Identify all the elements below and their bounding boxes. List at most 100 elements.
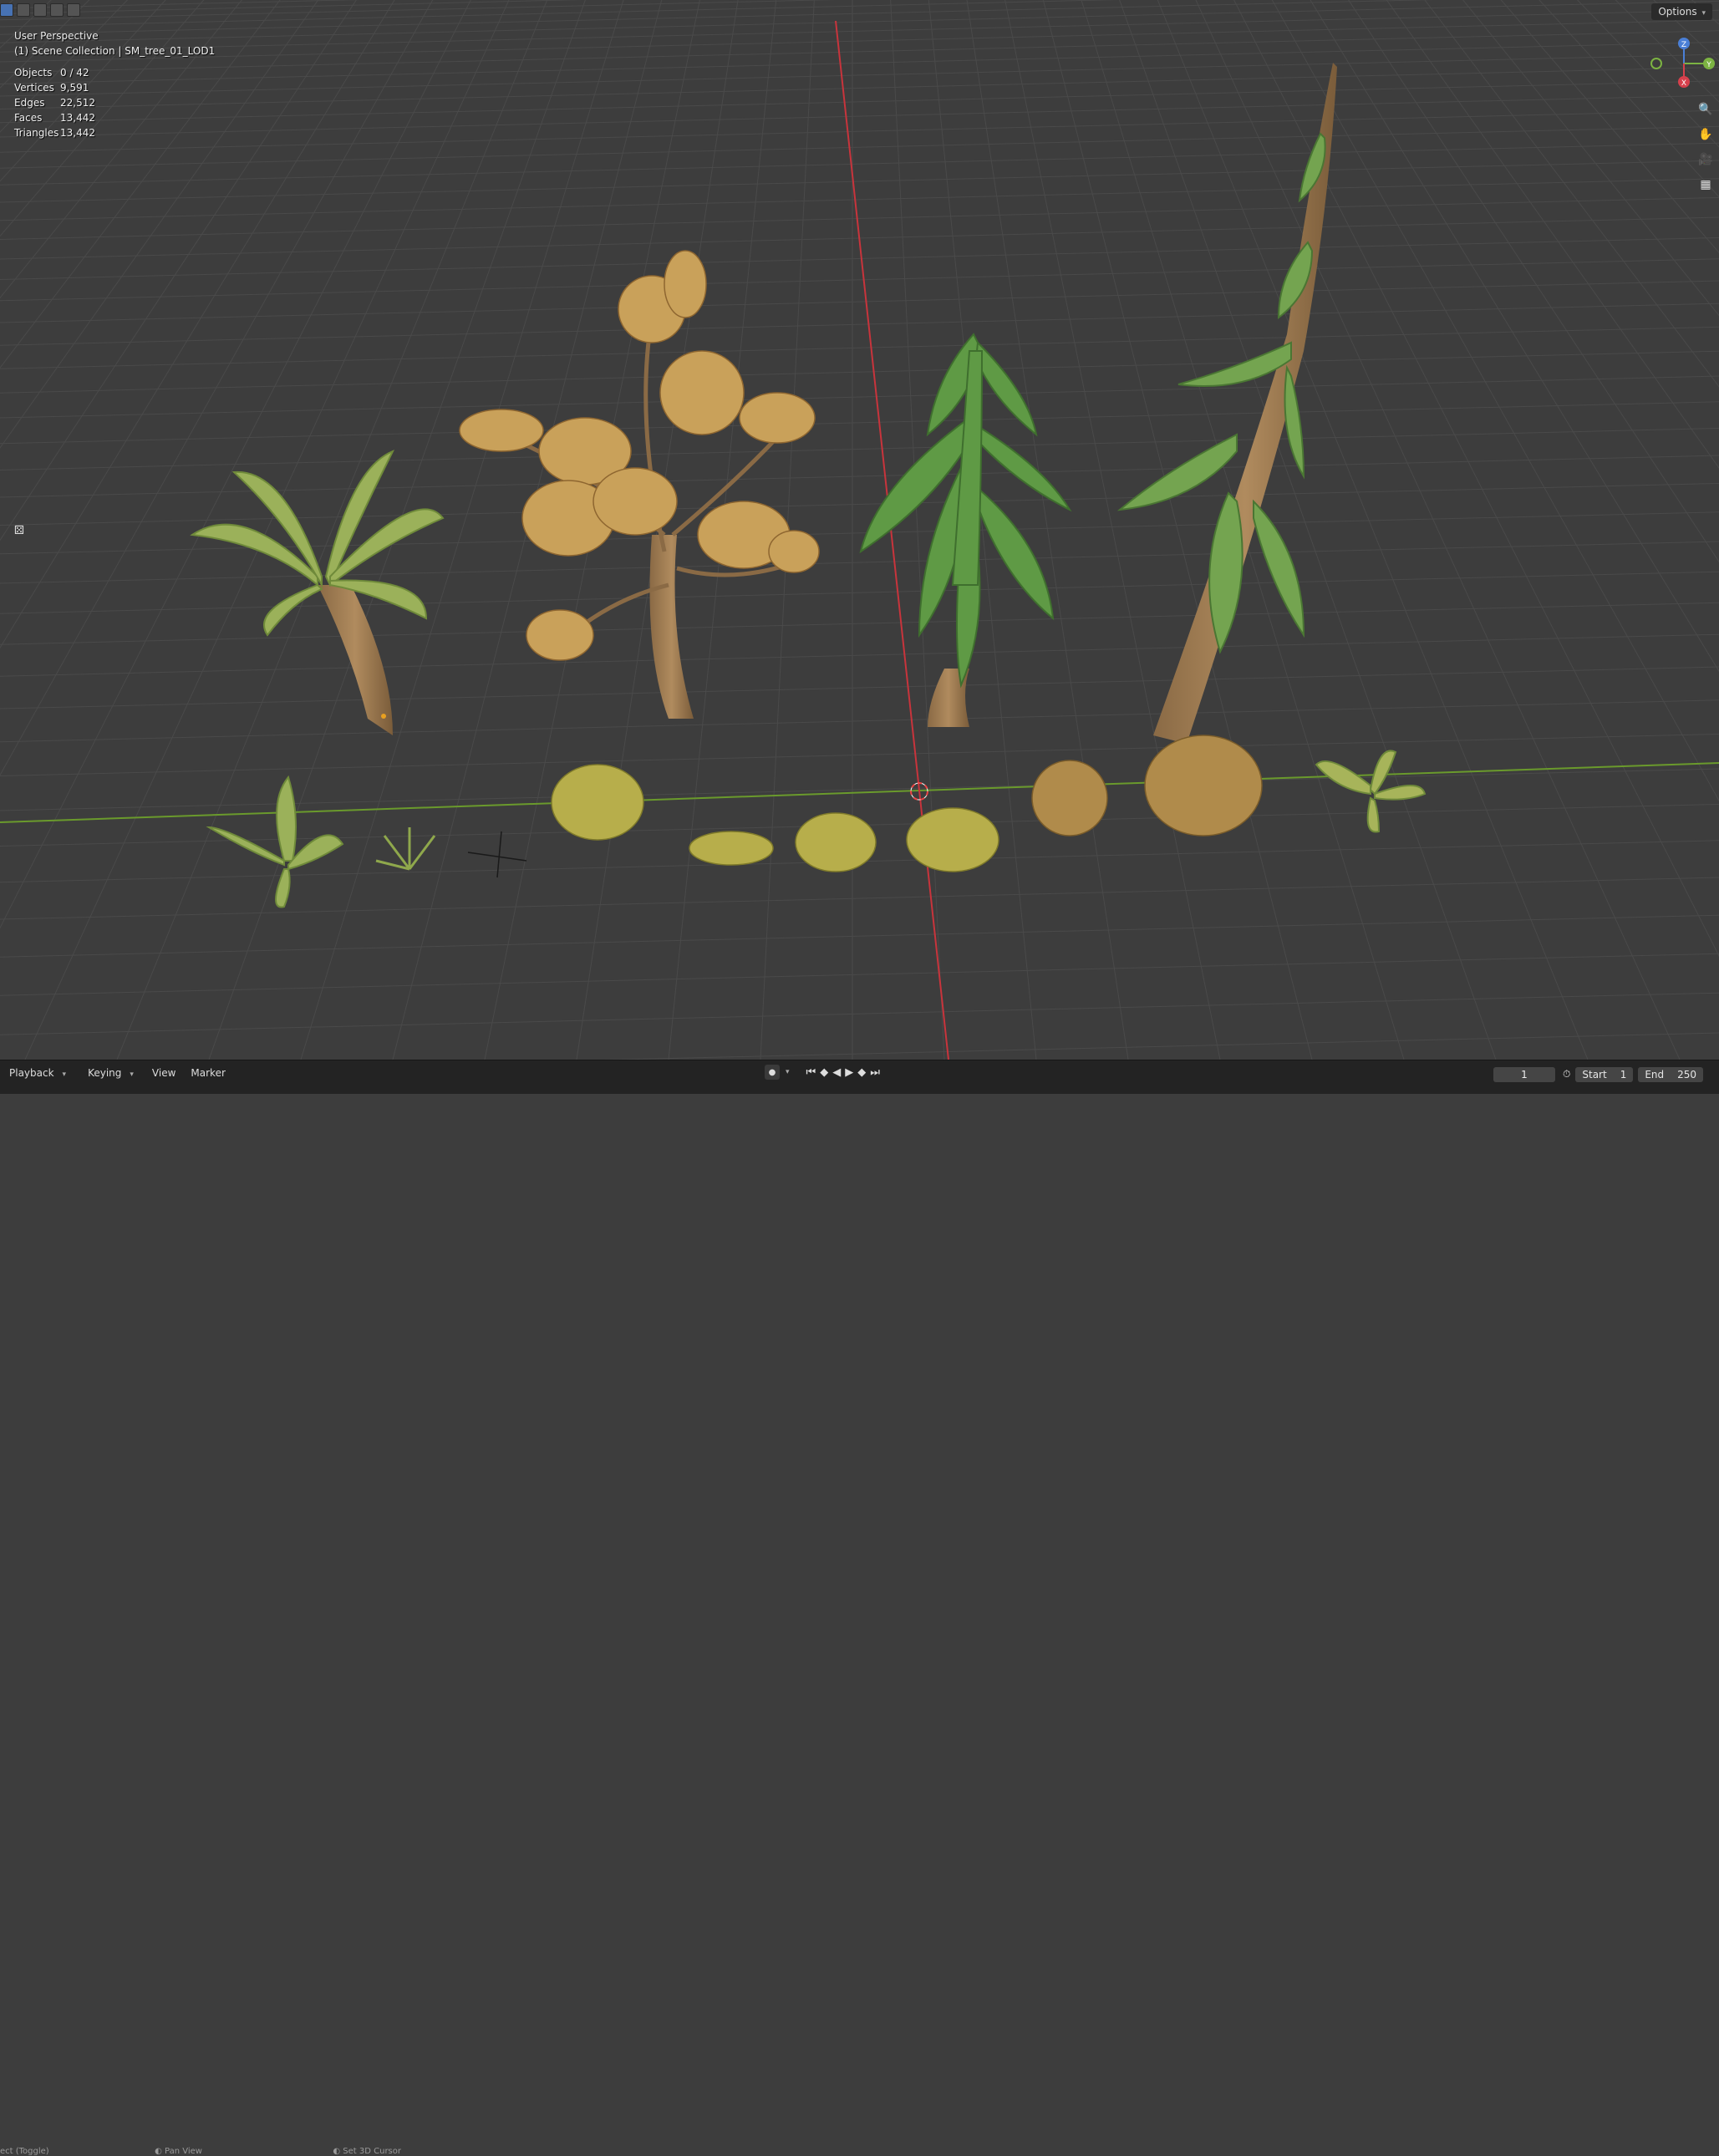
grid-line: [1014, 0, 1719, 1060]
grid-line: [977, 0, 1719, 1060]
grid-line: [1009, 0, 1719, 1060]
viewport-overlay-info: User Perspective (1) Scene Collection | …: [14, 28, 215, 140]
chevron-down-icon[interactable]: ▾: [786, 1068, 790, 1076]
floor-grid: [0, 0, 1719, 1060]
current-frame-field[interactable]: 1: [1493, 1067, 1555, 1082]
timeline-header: Playback▾ Keying▾ View Marker ● ▾ ⏮ ◆ ◀ …: [0, 1060, 1719, 1094]
grid-line: [981, 0, 1719, 1060]
tall-tree[interactable]: [1120, 63, 1337, 744]
grid-line: [0, 1033, 1719, 1060]
grid-line: [0, 160, 1719, 202]
jump-end-icon[interactable]: ⏭: [870, 1066, 880, 1079]
start-frame-field[interactable]: Start1: [1575, 1067, 1633, 1082]
3d-viewport[interactable]: User Perspective (1) Scene Collection | …: [0, 0, 1719, 1060]
chevron-down-icon: ▾: [59, 1070, 70, 1080]
prev-keyframe-icon[interactable]: ◆: [820, 1066, 828, 1079]
palm-tree[interactable]: [192, 451, 443, 735]
playback-controls[interactable]: ● ▾ ⏮ ◆ ◀ ▶ ◆ ⏭: [765, 1065, 880, 1080]
grid-line: [990, 0, 1719, 1060]
grid-line: [0, 126, 1719, 168]
chevron-down-icon: ▾: [126, 1070, 137, 1080]
chevron-down-icon: ▾: [1701, 9, 1706, 18]
grid-line: [0, 0, 1719, 20]
grid-line: [999, 0, 1719, 1060]
grid-line: [0, 376, 1719, 418]
stat-edges: Edges22,512: [14, 95, 215, 110]
grid-icon[interactable]: ▦: [1696, 175, 1715, 194]
keying-menu[interactable]: Keying▾: [81, 1066, 140, 1080]
grid-line: [0, 634, 1719, 676]
play-reverse-icon[interactable]: ◀: [832, 1066, 841, 1079]
grid-line: [0, 667, 1719, 709]
stat-faces: Faces13,442: [14, 110, 215, 125]
svg-text:Y: Y: [1706, 61, 1711, 69]
mouse-icon: ◐: [333, 2147, 340, 2156]
grid-line: [1036, 0, 1719, 1060]
status-bar: ect (Toggle) ◐ Pan View ◐ Set 3D Cursor: [0, 2147, 401, 2156]
timeline-menus: Playback▾ Keying▾ View Marker: [3, 1066, 229, 1080]
play-icon[interactable]: ▶: [845, 1066, 853, 1079]
mouse-icon: ◐: [155, 2147, 162, 2156]
playback-menu[interactable]: Playback▾: [3, 1066, 73, 1080]
grid-line: [0, 351, 1719, 393]
view-menu[interactable]: View: [149, 1066, 179, 1080]
select-subtract-icon[interactable]: [33, 3, 47, 17]
collection-label: (1) Scene Collection | SM_tree_01_LOD1: [14, 43, 215, 58]
select-extend-icon[interactable]: [17, 3, 30, 17]
grid-line: [0, 20, 1719, 62]
select-invert-icon[interactable]: [50, 3, 64, 17]
grid-line: [0, 769, 1719, 811]
grid-line: [0, 67, 1719, 109]
view-name: User Perspective: [14, 28, 215, 43]
toolbar-toggle-icon[interactable]: ⚄: [8, 522, 30, 539]
grid-line: [0, 31, 1719, 73]
grid-line: [0, 281, 1719, 323]
stat-triangles: Triangles13,442: [14, 125, 215, 140]
grid-line: [0, 259, 1719, 301]
pine-tree[interactable]: [861, 334, 1070, 727]
select-intersect-icon[interactable]: [67, 3, 80, 17]
grid-line: [1018, 0, 1719, 1060]
x-axis-line: [0, 763, 1719, 822]
grid-line: [0, 10, 1719, 52]
grid-line: [0, 54, 1719, 96]
end-frame-field[interactable]: End250: [1638, 1067, 1703, 1082]
stat-objects: Objects0 / 42: [14, 65, 215, 80]
svg-text:Z: Z: [1681, 41, 1686, 49]
grid-line: [0, 700, 1719, 742]
grid-line: [0, 572, 1719, 613]
grid-line: [0, 993, 1719, 1035]
grid-line: [0, 877, 1719, 919]
options-dropdown[interactable]: Options ▾: [1651, 3, 1712, 20]
hand-icon[interactable]: ✋: [1696, 125, 1715, 144]
next-keyframe-icon[interactable]: ◆: [857, 1066, 866, 1079]
grid-line: [871, 0, 1220, 1060]
navigation-gizmo[interactable]: Z Y X: [1650, 33, 1719, 92]
grid-line: [0, 953, 1719, 995]
frame-range: ⏱ Start1 End250: [1563, 1067, 1703, 1082]
selection-modes[interactable]: [0, 3, 80, 17]
grid-line: [1004, 0, 1719, 1060]
grid-line: [0, 603, 1719, 644]
select-box-icon[interactable]: [0, 3, 13, 17]
navigation-tools[interactable]: 🔍 ✋ 🎥 ▦: [1696, 100, 1715, 194]
grid-line: [0, 179, 1719, 221]
grid-line: [0, 734, 1719, 775]
scene-canvas[interactable]: [0, 0, 1719, 1060]
zoom-icon[interactable]: 🔍: [1696, 100, 1715, 119]
grid-line: [0, 402, 1719, 444]
grid-line: [995, 0, 1719, 1060]
stat-vertices: Vertices9,591: [14, 80, 215, 95]
grid-line: [0, 428, 1719, 470]
svg-text:X: X: [1681, 79, 1686, 88]
grid-line: [1032, 0, 1719, 1060]
record-icon[interactable]: ●: [765, 1065, 780, 1080]
clock-icon[interactable]: ⏱: [1563, 1068, 1570, 1082]
grid-line: [1023, 0, 1719, 1060]
camera-icon[interactable]: 🎥: [1696, 150, 1715, 169]
grid-line: [0, 327, 1719, 369]
grid-line: [0, 42, 1719, 84]
jump-start-icon[interactable]: ⏮: [806, 1066, 816, 1079]
grid-line: [986, 0, 1719, 1060]
marker-menu[interactable]: Marker: [187, 1066, 228, 1080]
